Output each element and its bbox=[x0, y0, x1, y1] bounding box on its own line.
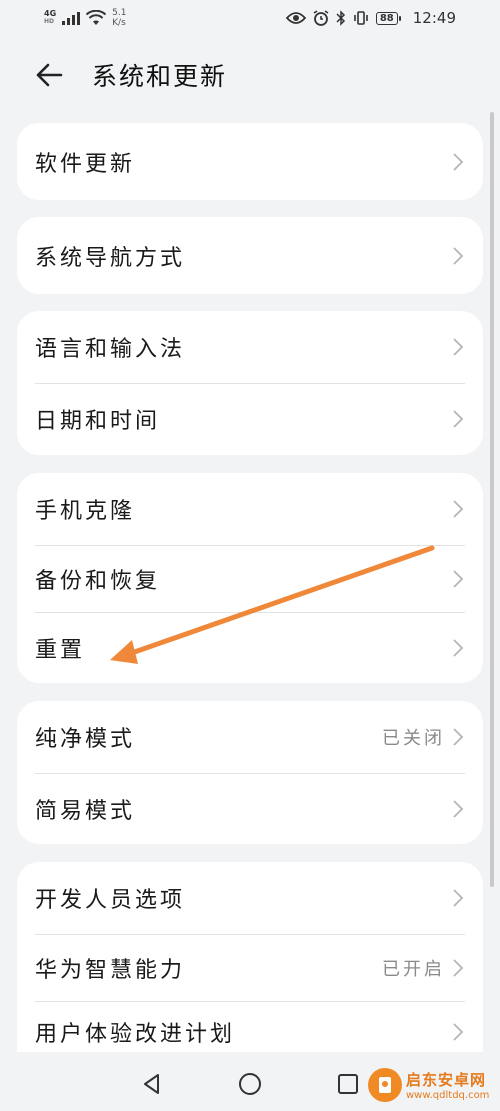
speed-unit: K/s bbox=[112, 18, 126, 28]
circle-home-icon[interactable] bbox=[237, 1071, 263, 1097]
settings-group-6: 开发人员选项 华为智慧能力 已开启 用户体验改进计划 bbox=[17, 862, 483, 1077]
settings-item-label: 纯净模式 bbox=[35, 727, 136, 752]
chevron-right-icon bbox=[453, 500, 464, 518]
settings-item-label: 备份和恢复 bbox=[35, 568, 161, 594]
settings-item-label: 开发人员选项 bbox=[35, 888, 186, 913]
settings-item-label: 软件更新 bbox=[35, 151, 136, 177]
chevron-right-icon bbox=[453, 152, 464, 171]
chevron-right-icon bbox=[453, 799, 464, 818]
settings-group-5: 纯净模式 已关闭 简易模式 bbox=[17, 701, 483, 844]
vibrate-icon bbox=[354, 11, 368, 25]
wifi-icon bbox=[86, 10, 107, 25]
chevron-right-icon bbox=[453, 410, 464, 428]
settings-item-label: 用户体验改进计划 bbox=[35, 1022, 236, 1047]
network-type: 4G HD bbox=[44, 10, 56, 26]
watermark-logo-icon bbox=[368, 1068, 402, 1102]
chevron-right-icon bbox=[453, 958, 464, 977]
settings-item-simple-mode[interactable]: 简易模式 bbox=[17, 773, 483, 844]
speed-value: 5.1 bbox=[112, 8, 127, 18]
chevron-right-icon bbox=[453, 569, 464, 588]
triangle-back-icon[interactable] bbox=[139, 1071, 165, 1097]
settings-item-label: 华为智慧能力 bbox=[35, 957, 186, 983]
settings-item-reset[interactable]: 重置 bbox=[17, 612, 483, 683]
chevron-right-icon bbox=[453, 246, 464, 265]
settings-item-pure-mode[interactable]: 纯净模式 已关闭 bbox=[17, 701, 483, 773]
scrollbar[interactable] bbox=[490, 112, 494, 887]
battery-indicator: 88 bbox=[375, 11, 401, 25]
settings-group-3: 语言和输入法 日期和时间 bbox=[17, 311, 483, 455]
bluetooth-icon bbox=[336, 10, 345, 26]
chevron-right-icon bbox=[453, 638, 464, 657]
settings-item-label: 日期和时间 bbox=[35, 409, 161, 434]
alarm-icon bbox=[313, 10, 329, 26]
settings-item-value: 已关闭 bbox=[382, 728, 445, 749]
settings-item-backup-restore[interactable]: 备份和恢复 bbox=[17, 545, 483, 612]
status-right: 88 12:49 bbox=[285, 9, 456, 27]
chevron-right-icon bbox=[453, 1023, 464, 1041]
settings-group-1: 软件更新 bbox=[17, 123, 483, 200]
settings-item-label: 重置 bbox=[35, 637, 86, 663]
settings-item-phone-clone[interactable]: 手机克隆 bbox=[17, 473, 483, 545]
watermark: 启东安卓网 www.qdltdq.com bbox=[368, 1062, 498, 1108]
settings-item-huawei-smart[interactable]: 华为智慧能力 已开启 bbox=[17, 934, 483, 1001]
watermark-name: 启东安卓网 bbox=[406, 1071, 487, 1089]
watermark-url: www.qdltdq.com bbox=[406, 1090, 490, 1101]
signal-icon bbox=[62, 11, 81, 25]
network-speed: 5.1 K/s bbox=[112, 8, 126, 28]
square-recent-icon[interactable] bbox=[335, 1071, 361, 1097]
page-title: 系统和更新 bbox=[92, 62, 228, 91]
settings-item-date-time[interactable]: 日期和时间 bbox=[17, 383, 483, 455]
back-arrow-icon[interactable] bbox=[34, 60, 64, 90]
settings-item-label: 语言和输入法 bbox=[35, 337, 186, 362]
network-type-top: 4G bbox=[44, 9, 57, 18]
page-header: 系统和更新 bbox=[0, 50, 500, 100]
settings-item-label: 系统导航方式 bbox=[35, 245, 186, 271]
chevron-right-icon bbox=[453, 889, 464, 907]
eye-icon bbox=[285, 12, 306, 24]
settings-item-system-navigation[interactable]: 系统导航方式 bbox=[17, 217, 483, 294]
settings-group-2: 系统导航方式 bbox=[17, 217, 483, 294]
settings-item-label: 手机克隆 bbox=[35, 499, 136, 524]
settings-item-label: 简易模式 bbox=[35, 798, 136, 824]
settings-item-language-input[interactable]: 语言和输入法 bbox=[17, 311, 483, 383]
settings-group-4: 手机克隆 备份和恢复 重置 bbox=[17, 473, 483, 683]
network-type-bottom: HD bbox=[44, 18, 55, 25]
chevron-right-icon bbox=[453, 338, 464, 356]
chevron-right-icon bbox=[453, 728, 464, 746]
settings-item-developer-options[interactable]: 开发人员选项 bbox=[17, 862, 483, 934]
status-time: 12:49 bbox=[412, 9, 456, 27]
settings-item-value: 已开启 bbox=[382, 958, 445, 980]
settings-item-software-update[interactable]: 软件更新 bbox=[17, 123, 483, 200]
status-left: 4G HD 5.1 K/s bbox=[44, 8, 126, 28]
status-bar: 4G HD 5.1 K/s 88 12:49 bbox=[0, 0, 500, 36]
